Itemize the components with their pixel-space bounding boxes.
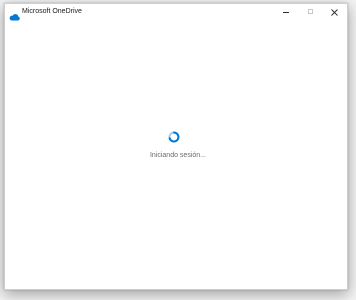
main-content: Iniciando sesión... (5, 21, 347, 289)
signing-in-status: Iniciando sesión... (149, 152, 207, 159)
onedrive-window: Microsoft OneDrive Iniciando sesión... (4, 3, 348, 290)
maximize-icon (308, 9, 313, 14)
title-bar[interactable]: Microsoft OneDrive (5, 4, 347, 21)
minimize-icon (283, 12, 289, 13)
minimize-button[interactable] (275, 4, 299, 21)
window-title: Microsoft OneDrive (22, 8, 82, 15)
loading-spinner-icon (168, 130, 180, 143)
maximize-button[interactable] (299, 4, 323, 21)
onedrive-cloud-icon (9, 8, 20, 21)
close-button[interactable] (323, 4, 347, 21)
close-icon (331, 9, 338, 16)
